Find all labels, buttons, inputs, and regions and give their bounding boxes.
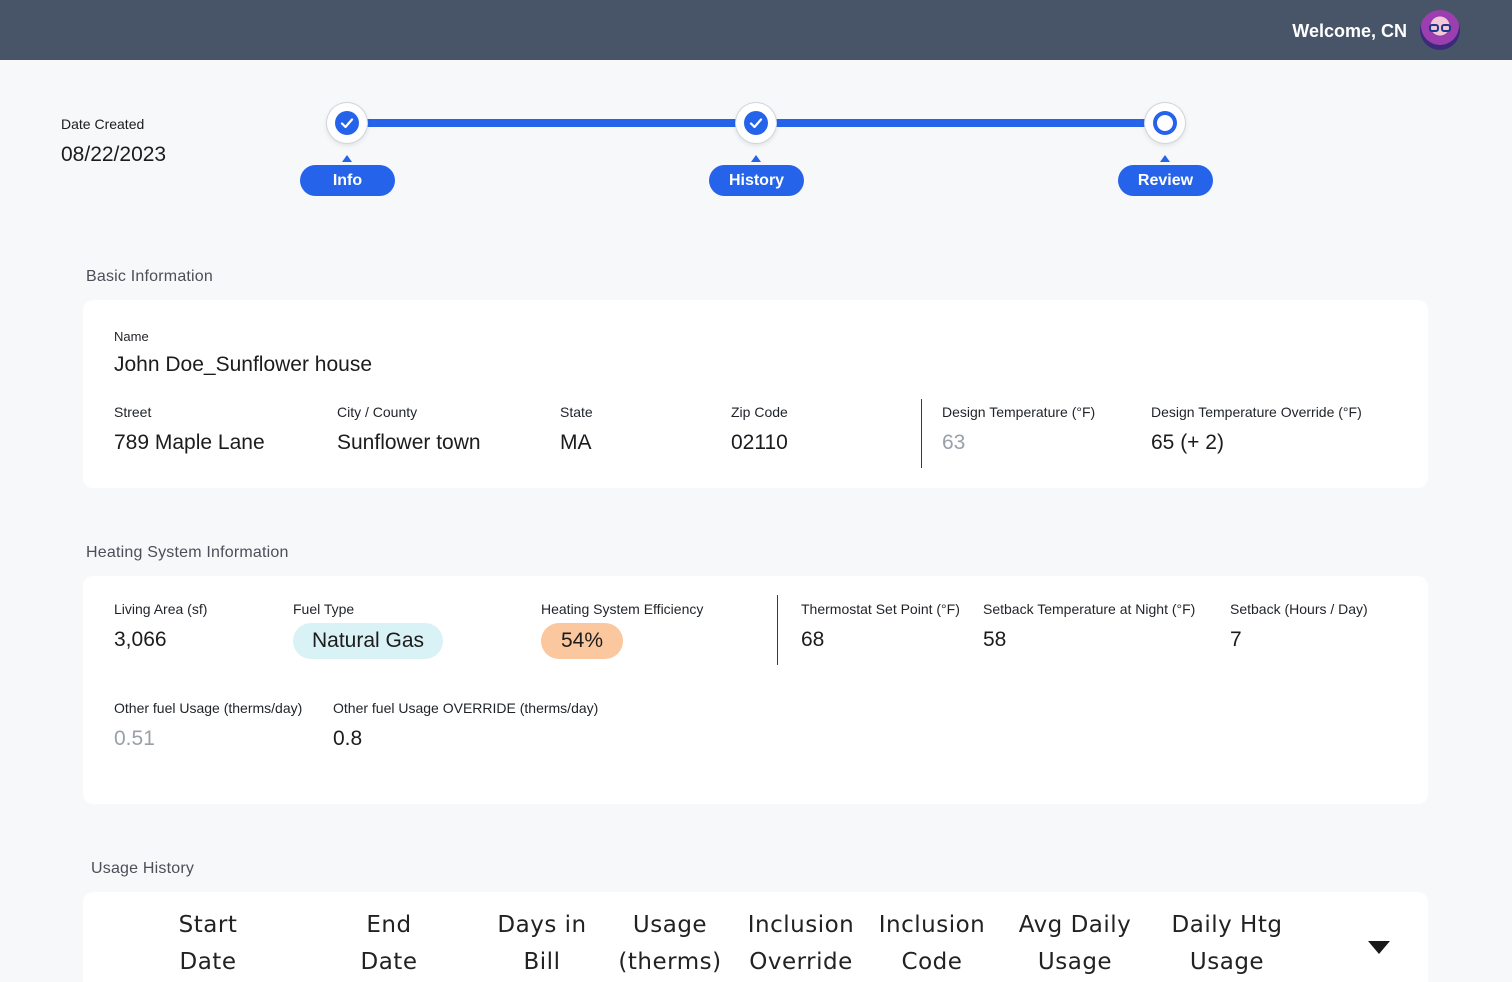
- zip-value: 02110: [731, 431, 788, 454]
- step-review-button[interactable]: Review: [1118, 165, 1213, 196]
- city-value: Sunflower town: [337, 431, 481, 454]
- design-temperature-override-label: Design Temperature Override (°F): [1151, 404, 1362, 420]
- triangle-down-icon[interactable]: [1368, 941, 1390, 954]
- date-created-value: 08/22/2023: [61, 143, 167, 166]
- step-info-check-icon[interactable]: [327, 103, 367, 143]
- state-value: MA: [560, 431, 592, 454]
- date-created-label: Date Created: [61, 116, 145, 132]
- setback-hours-value: 7: [1230, 628, 1242, 651]
- divider: [777, 595, 778, 665]
- step-info-button[interactable]: Info: [300, 165, 395, 196]
- step-history-check-icon[interactable]: [736, 103, 776, 143]
- glasses-left: [1429, 24, 1439, 32]
- top-bar: Welcome, CN: [0, 0, 1512, 60]
- fuel-type-label: Fuel Type: [293, 601, 355, 617]
- step-review-current-icon[interactable]: [1145, 103, 1185, 143]
- other-fuel-override-value: 0.8: [333, 727, 363, 750]
- basic-information-card: Name John Doe_Sunflower house Street 789…: [83, 300, 1428, 488]
- divider: [921, 399, 922, 468]
- design-temperature-value: 63: [942, 431, 966, 454]
- setback-temperature-value: 58: [983, 628, 1007, 651]
- step-history-button[interactable]: History: [709, 165, 804, 196]
- zip-label: Zip Code: [731, 404, 788, 420]
- thermostat-label: Thermostat Set Point (°F): [801, 601, 960, 617]
- column-header-inclusion-override[interactable]: Inclusion Override: [741, 907, 861, 981]
- heating-system-card: Living Area (sf) 3,066 Fuel Type Natural…: [83, 576, 1428, 804]
- efficiency-badge: 54%: [541, 623, 623, 659]
- caret-up-icon: [751, 155, 761, 162]
- column-header-usage-therms[interactable]: Usage (therms): [610, 907, 730, 981]
- welcome-text: Welcome, CN: [1292, 21, 1407, 41]
- city-label: City / County: [337, 404, 418, 420]
- heating-system-title: Heating System Information: [86, 544, 289, 561]
- name-value: John Doe_Sunflower house: [114, 353, 373, 376]
- design-temperature-override-value: 65 (+ 2): [1151, 431, 1224, 454]
- usage-history-title: Usage History: [91, 860, 195, 877]
- setback-temperature-label: Setback Temperature at Night (°F): [983, 601, 1196, 617]
- other-fuel-value: 0.51: [114, 727, 155, 750]
- other-fuel-override-label: Other fuel Usage OVERRIDE (therms/day): [333, 700, 599, 716]
- column-header-inclusion-code[interactable]: Inclusion Code: [872, 907, 992, 981]
- column-header-daily-htg-usage[interactable]: Daily Htg Usage: [1167, 907, 1287, 981]
- design-temperature-label: Design Temperature (°F): [942, 404, 1096, 420]
- thermostat-value: 68: [801, 628, 825, 651]
- setback-hours-label: Setback (Hours / Day): [1230, 601, 1368, 617]
- avatar-icon[interactable]: [1420, 10, 1460, 50]
- caret-up-icon: [342, 155, 352, 162]
- column-header-start-date[interactable]: Start Date: [148, 907, 268, 981]
- living-area-value: 3,066: [114, 628, 167, 651]
- name-label: Name: [114, 329, 149, 344]
- living-area-label: Living Area (sf): [114, 601, 208, 617]
- efficiency-label: Heating System Efficiency: [541, 601, 704, 617]
- glasses-right: [1441, 24, 1451, 32]
- caret-up-icon: [1160, 155, 1170, 162]
- state-label: State: [560, 404, 593, 420]
- fuel-type-badge: Natural Gas: [293, 623, 443, 659]
- street-value: 789 Maple Lane: [114, 431, 265, 454]
- other-fuel-label: Other fuel Usage (therms/day): [114, 700, 303, 716]
- basic-information-title: Basic Information: [86, 268, 214, 285]
- street-label: Street: [114, 404, 152, 420]
- column-header-days-in-bill[interactable]: Days in Bill: [482, 907, 602, 981]
- column-header-end-date[interactable]: End Date: [329, 907, 449, 981]
- column-header-avg-daily-usage[interactable]: Avg Daily Usage: [1015, 907, 1135, 981]
